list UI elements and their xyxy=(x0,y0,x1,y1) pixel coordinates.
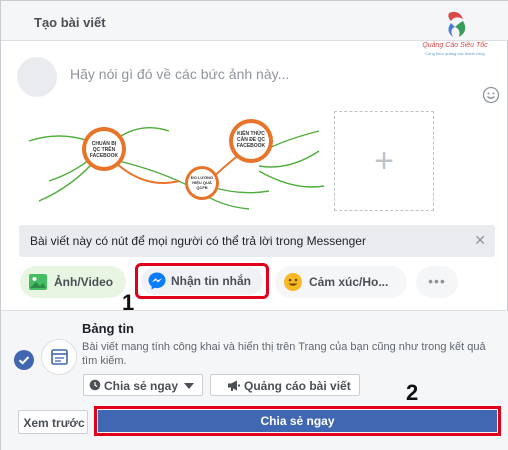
mindmap-node-label: ĐO LƯỜNG HIỆU QUẢ QCFB xyxy=(190,175,214,190)
logo-tagline: Công thức quảng cáo thành công xyxy=(425,51,485,56)
share-now-button[interactable]: Chia sẻ ngay xyxy=(98,410,497,432)
megaphone-icon xyxy=(228,380,240,391)
news-feed-icon xyxy=(41,339,77,375)
avatar xyxy=(17,57,57,97)
attached-photos[interactable]: CHUẨN BỊ QC TRÊN FACEBOOK ĐO LƯỜNG HIỆU … xyxy=(19,111,335,211)
messenger-notice: Bài viết này có nút để mọi người có thể … xyxy=(19,225,495,257)
share-now-label: Chia sẻ ngay xyxy=(260,414,335,428)
close-icon[interactable]: ✕ xyxy=(474,232,486,249)
feeling-activity-button[interactable]: Cảm xúc/Ho... xyxy=(275,266,407,298)
preview-label: Xem trước xyxy=(23,416,85,430)
mindmap-image xyxy=(28,119,325,210)
logo-swirl-icon xyxy=(448,11,466,37)
news-feed-title: Bảng tin xyxy=(82,321,134,336)
preview-button[interactable]: Xem trước xyxy=(18,410,88,434)
add-photo-button[interactable]: + xyxy=(334,111,434,211)
boost-post-button[interactable]: Quảng cáo bài viết xyxy=(210,374,360,396)
get-messages-button[interactable]: Nhận tin nhắn xyxy=(135,263,269,299)
share-timing-dropdown[interactable]: Chia sẻ ngay xyxy=(83,374,203,396)
feeling-activity-label: Cảm xúc/Ho... xyxy=(309,275,389,289)
step-marker-2: 2 xyxy=(406,380,419,405)
mindmap-node-label: KIẾN THỨC CẦN ĐỂ QC FACEBOOK xyxy=(236,131,266,149)
get-messages-label: Nhận tin nhắn xyxy=(171,274,251,288)
messenger-icon xyxy=(148,272,166,290)
post-text-input[interactable]: Hãy nói gì đó về các bức ảnh này... xyxy=(70,66,289,82)
mindmap-node-label: CHUẨN BỊ QC TRÊN FACEBOOK xyxy=(89,141,119,159)
checkmark-icon xyxy=(18,356,30,365)
share-timing-label: Chia sẻ ngay xyxy=(104,379,179,393)
photo-video-label: Ảnh/Video xyxy=(54,275,114,289)
chevron-down-icon xyxy=(184,383,194,389)
clock-icon xyxy=(89,379,101,391)
more-icon: ••• xyxy=(428,273,446,289)
create-post-dialog: Tạo bài viết Quảng Cáo Siêu Tốc Công thứ… xyxy=(0,0,508,450)
news-feed-checkbox[interactable] xyxy=(14,350,34,370)
more-options-button[interactable]: ••• xyxy=(416,266,458,298)
plus-icon: + xyxy=(374,142,394,180)
photo-video-button[interactable]: Ảnh/Video xyxy=(20,266,126,298)
brand-logo: Quảng Cáo Siêu Tốc Công thức quảng cáo t… xyxy=(419,9,491,63)
logo-name: Quảng Cáo Siêu Tốc xyxy=(422,42,488,49)
smiley-icon xyxy=(284,273,302,291)
messenger-notice-text: Bài viết này có nút để mọi người có thể … xyxy=(30,234,366,248)
boost-post-label: Quảng cáo bài viết xyxy=(244,379,351,393)
emoji-picker-icon[interactable] xyxy=(482,86,500,104)
photo-icon xyxy=(29,274,47,290)
dialog-title: Tạo bài viết xyxy=(34,15,106,30)
news-feed-description: Bài viết mang tính công khai và hiển thị… xyxy=(82,341,486,367)
